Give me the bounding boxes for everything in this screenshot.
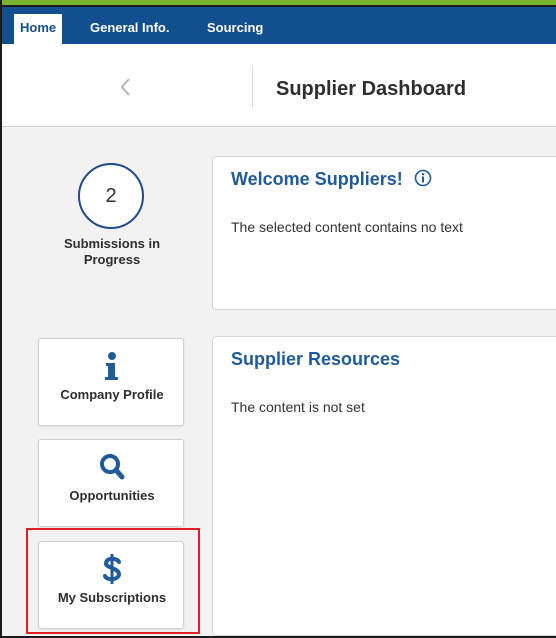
highlight-box xyxy=(26,528,200,634)
search-icon xyxy=(100,454,125,480)
company-profile-label: Company Profile xyxy=(60,387,164,402)
welcome-card-title: Welcome Suppliers! xyxy=(231,169,432,190)
submissions-label: Submissions in Progress xyxy=(63,236,161,267)
resources-card-body: The content is not set xyxy=(231,399,365,415)
dashboard-sidebar: 2 Submissions in Progress Company Profil… xyxy=(2,128,202,636)
top-nav: Home General Info. Sourcing xyxy=(2,5,556,44)
page-title: Supplier Dashboard xyxy=(276,78,467,100)
page-header: Supplier Dashboard xyxy=(2,44,556,127)
opportunities-label: Opportunities xyxy=(69,488,155,503)
submissions-count-badge[interactable]: 2 xyxy=(78,163,144,229)
info-circle-icon[interactable] xyxy=(414,169,432,187)
opportunities-button[interactable]: Opportunities xyxy=(38,439,184,527)
resources-card: Supplier Resources The content is not se… xyxy=(212,336,556,636)
chevron-left-icon[interactable] xyxy=(114,74,138,100)
company-profile-button[interactable]: Company Profile xyxy=(38,338,184,426)
resources-card-title: Supplier Resources xyxy=(231,349,401,369)
welcome-card: Welcome Suppliers! The selected content … xyxy=(212,156,556,310)
tab-general-info[interactable]: General Info. xyxy=(86,14,173,44)
welcome-title-text: Welcome Suppliers! xyxy=(231,169,403,189)
welcome-card-body: The selected content contains no text xyxy=(231,219,463,235)
app-frame: Home General Info. Sourcing Supplier Das… xyxy=(0,0,556,638)
tab-sourcing[interactable]: Sourcing xyxy=(203,14,267,44)
info-icon xyxy=(105,352,118,380)
tab-home[interactable]: Home xyxy=(14,14,63,44)
header-divider xyxy=(252,66,253,108)
